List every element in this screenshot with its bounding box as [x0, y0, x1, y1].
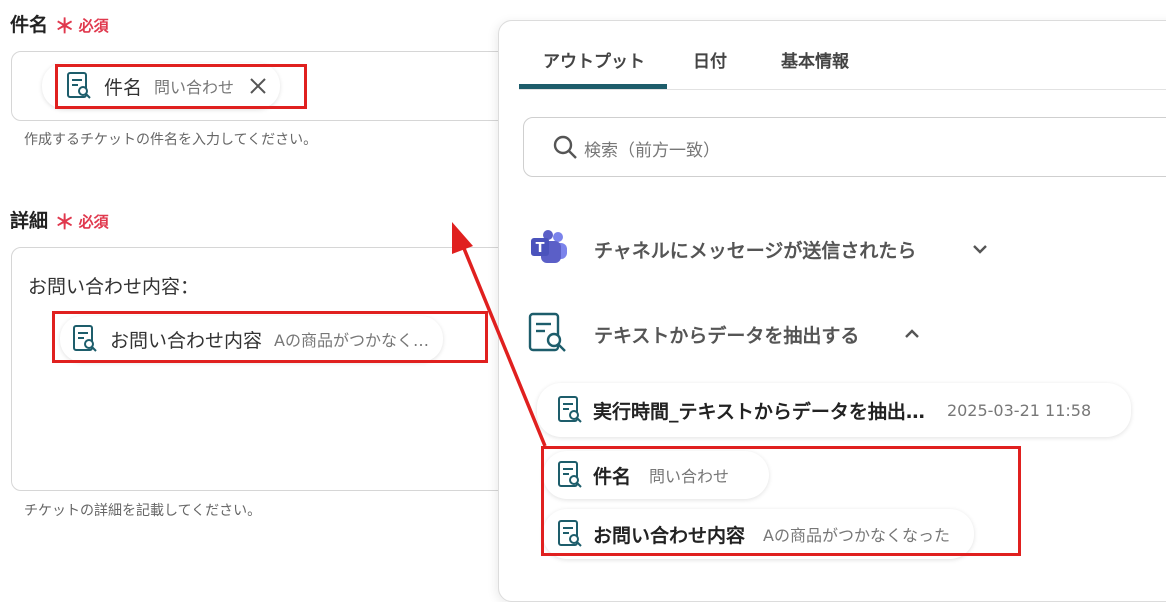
annotation-arrow [452, 222, 547, 447]
